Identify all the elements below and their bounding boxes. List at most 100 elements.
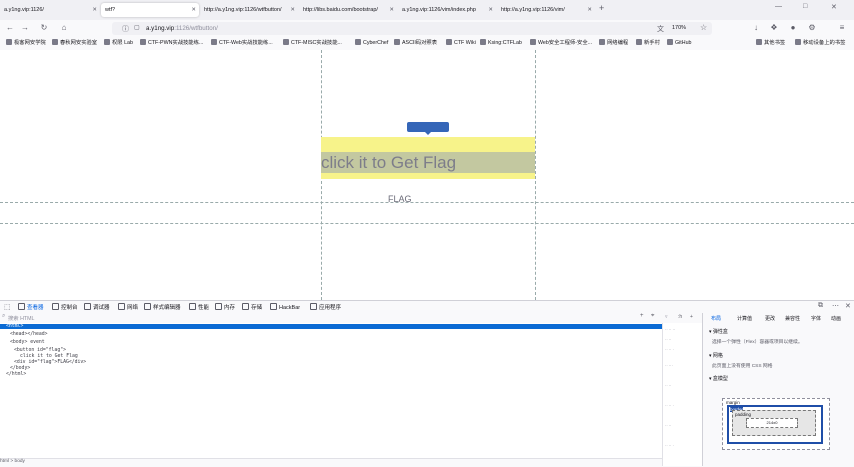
minimize-icon[interactable]: —	[775, 3, 782, 10]
translate-icon[interactable]: 文	[657, 24, 664, 34]
pseudo-class-icon[interactable]: :h	[678, 314, 682, 320]
tab-layout[interactable]: 布局	[711, 315, 721, 322]
close-icon[interactable]: ✕	[191, 3, 196, 17]
tab-console[interactable]: 控制台	[52, 303, 78, 312]
tab-label: 控制台	[61, 305, 78, 311]
tab-computed[interactable]: 计算值	[737, 315, 752, 322]
extensions-icon[interactable]: ❖	[768, 22, 780, 34]
bookmark-item[interactable]: Ksing:CTFLab	[480, 39, 522, 48]
tab-fonts[interactable]: 字体	[811, 315, 821, 322]
browser-tab[interactable]: a.y1ng.vip:1126/vim/index.php ✕	[398, 3, 496, 17]
markup-line[interactable]: </body>	[10, 366, 30, 371]
dock-icon[interactable]: ⧉	[818, 302, 823, 310]
tab-memory[interactable]: 内存	[215, 303, 235, 312]
bookmark-star-icon[interactable]: ☆	[700, 23, 707, 32]
close-window-icon[interactable]: ✕	[831, 3, 837, 11]
close-devtools-icon[interactable]: ✕	[845, 302, 851, 310]
url-text[interactable]: a.y1ng.vip:1126/wtfbutton/	[146, 22, 218, 35]
rule-text: ·· ·· ··	[665, 327, 676, 332]
tab-hackbar[interactable]: HackBar	[270, 303, 300, 312]
box-model-section-header[interactable]: ▾ 盒模型	[709, 375, 728, 382]
box-model-content[interactable]: 214x0	[746, 418, 798, 428]
close-icon[interactable]: ✕	[290, 3, 295, 17]
markup-line[interactable]: <body> event	[10, 340, 45, 345]
maximize-icon[interactable]: □	[803, 3, 807, 10]
element-picker-icon[interactable]: ⬚	[4, 303, 11, 311]
tab-animations[interactable]: 动画	[831, 315, 841, 322]
forward-icon[interactable]: →	[19, 22, 31, 34]
flexbox-section-header[interactable]: ▾ 弹性盒	[709, 328, 728, 335]
address-bar[interactable]: ⓘ ▢ a.y1ng.vip:1126/wtfbutton/ 文 170% ☆	[112, 22, 712, 35]
tab-label: 性能	[198, 305, 210, 311]
tab-style-editor[interactable]: 样式编辑器	[144, 303, 181, 312]
bookmark-item[interactable]: CTF Wiki	[446, 39, 476, 48]
back-icon[interactable]: ←	[4, 22, 16, 34]
bookmark-item[interactable]: ASCII码对照表	[394, 39, 437, 48]
tab-debugger[interactable]: 调试器	[84, 303, 110, 312]
bookmark-folder[interactable]: 其他书签	[756, 39, 785, 48]
tab-changes[interactable]: 更改	[765, 315, 775, 322]
bookmark-item[interactable]: CTF-PWN实战技能练...	[140, 39, 203, 48]
account-icon[interactable]: ●	[787, 22, 799, 34]
rules-view[interactable]: ·· ·· ·· ·· ·· ·· ·· · ·· ··· ·· ·· ·· ·…	[662, 323, 703, 466]
tab-label: http://a.y1ng.vip:1126/vim/	[501, 7, 565, 13]
browser-tab[interactable]: a.y1ng.vip:1126/ ✕	[0, 3, 100, 17]
lock-icon[interactable]: ▢	[134, 24, 140, 31]
markup-line[interactable]: <div id="flag">FLAG</div>	[14, 360, 86, 365]
url-host: a.y1ng.vip	[146, 25, 175, 32]
tab-compatibility[interactable]: 兼容性	[785, 315, 800, 322]
bookmarks-toolbar: 极客网安学院 春秋网安实验室 权限 Lab CTF-PWN实战技能练... CT…	[0, 37, 854, 51]
filter-icon[interactable]: ▿	[665, 314, 668, 320]
bookmark-item[interactable]: Web安全工程师-安全...	[530, 39, 592, 48]
bookmark-item[interactable]: CyberChef	[355, 39, 388, 48]
browser-tab[interactable]: http://a.y1ng.vip:1126/wtfbutton/ ✕	[200, 3, 298, 17]
bookmark-folder[interactable]: 移动设备上的书签	[795, 39, 845, 48]
markup-view[interactable]: <html> <head></head> <body> event <butto…	[0, 323, 662, 458]
menu-icon[interactable]: ≡	[836, 22, 848, 34]
settings-icon[interactable]: ⚙	[806, 22, 818, 34]
bookmark-item[interactable]: 网络编程	[599, 39, 628, 48]
add-rule-icon[interactable]: +	[690, 314, 693, 320]
browser-tab[interactable]: http://a.y1ng.vip:1126/vim/ ✕	[497, 3, 595, 17]
bookmark-label: 春秋网安实验室	[60, 40, 98, 46]
close-icon[interactable]: ✕	[92, 3, 97, 17]
tab-performance[interactable]: 性能	[189, 303, 209, 312]
tab-label: a.y1ng.vip:1126/vim/index.php	[402, 7, 476, 13]
bookmark-item[interactable]: CTF-Web实战技能练...	[211, 39, 273, 48]
bookmark-icon	[355, 39, 361, 45]
tab-application[interactable]: 应用程序	[310, 303, 341, 312]
browser-tab-active[interactable]: wtf? ✕	[101, 3, 199, 17]
close-icon[interactable]: ✕	[587, 3, 592, 17]
download-icon[interactable]: ↓	[750, 22, 762, 34]
markup-line[interactable]: <html>	[0, 324, 662, 329]
tab-storage[interactable]: 存储	[242, 303, 262, 312]
markup-line[interactable]: click it to Get Flag	[20, 354, 78, 359]
markup-line[interactable]: <head></head>	[10, 332, 48, 337]
devtools-toolbar: ⬚ 查看器 控制台 调试器 网络 样式编辑器 性能 内存 存储 HackBar …	[0, 300, 854, 313]
bookmark-item[interactable]: GitHub	[667, 39, 692, 48]
tab-network[interactable]: 网络	[118, 303, 138, 312]
close-icon[interactable]: ✕	[488, 3, 493, 17]
bookmark-item[interactable]: 极客网安学院	[6, 39, 46, 48]
bookmark-icon	[636, 39, 642, 45]
bookmark-item[interactable]: CTF-MISC实战技能...	[283, 39, 342, 48]
reload-icon[interactable]: ↻	[38, 22, 50, 34]
home-icon[interactable]: ⌂	[58, 22, 70, 34]
zoom-level[interactable]: 170%	[672, 25, 686, 31]
add-node-icon[interactable]: +	[640, 313, 644, 319]
markup-line[interactable]: <button id="flag">	[14, 348, 66, 353]
bookmark-item[interactable]: 权限 Lab	[104, 39, 133, 48]
new-tab-icon[interactable]: +	[599, 3, 604, 13]
close-icon[interactable]: ✕	[389, 3, 394, 17]
bookmark-item[interactable]: 新手村	[636, 39, 660, 48]
bookmark-item[interactable]: 春秋网安实验室	[52, 39, 97, 48]
grid-section-header[interactable]: ▾ 网格	[709, 352, 723, 359]
html-search-input[interactable]: 搜索 HTML	[8, 314, 35, 322]
more-icon[interactable]: ⋯	[832, 302, 839, 310]
browser-tab[interactable]: http://libs.baidu.com/bootstrap/ ✕	[299, 3, 397, 17]
markup-line[interactable]: </html>	[6, 372, 26, 377]
get-flag-button[interactable]: click it to Get Flag	[321, 152, 535, 173]
info-icon[interactable]: ⓘ	[122, 24, 129, 34]
tab-inspector[interactable]: 查看器	[18, 303, 44, 312]
pick-icon[interactable]: ⌖	[651, 313, 654, 320]
